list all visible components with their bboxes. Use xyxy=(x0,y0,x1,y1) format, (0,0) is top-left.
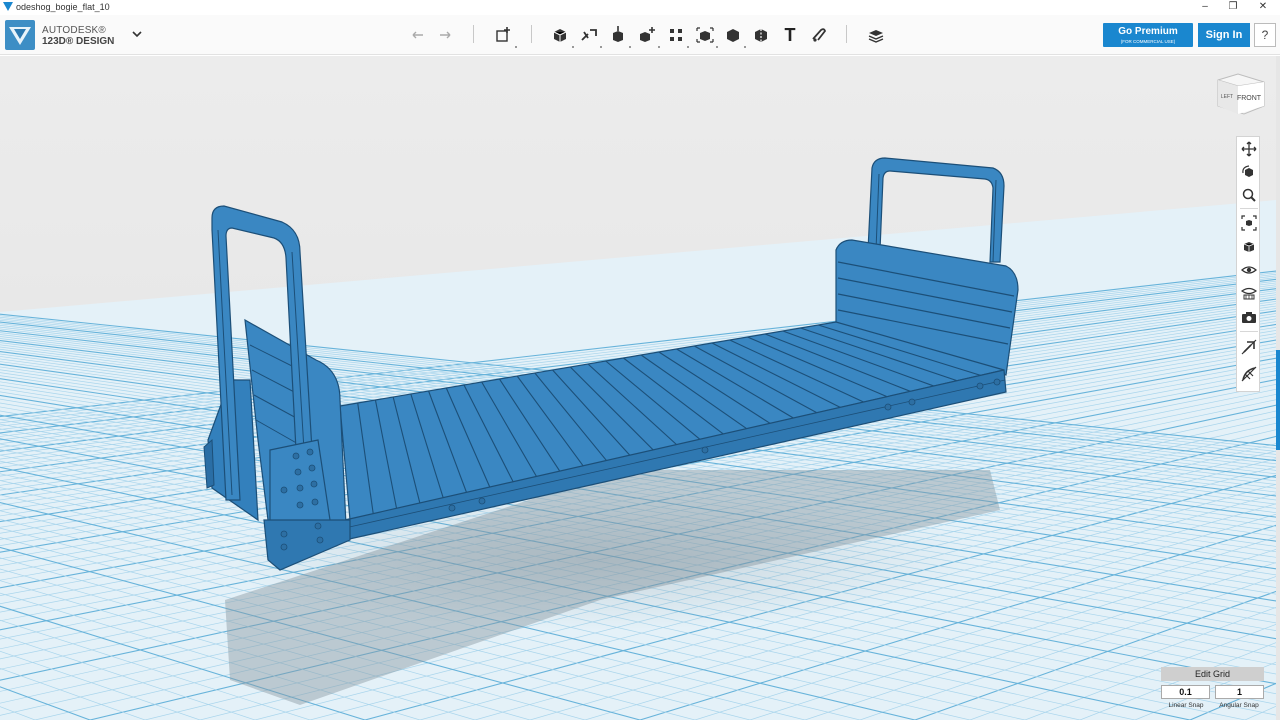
linear-snap-input[interactable]: 0.1 xyxy=(1161,685,1210,699)
brand-product: 123D® DESIGN xyxy=(42,36,115,47)
title-bar: odeshog_bogie_flat_10 – ❐ ✕ xyxy=(0,0,1280,15)
viewcube-left-label: LEFT xyxy=(1221,94,1233,100)
go-premium-label: Go Premium xyxy=(1118,26,1178,37)
group-icon[interactable] xyxy=(694,24,716,46)
modify-icon[interactable] xyxy=(636,24,658,46)
orbit-icon[interactable] xyxy=(1241,164,1257,180)
navbar-separator xyxy=(1240,331,1258,332)
dropdown-dot xyxy=(600,46,602,48)
app-logo[interactable] xyxy=(5,20,35,50)
dropdown-dot xyxy=(716,46,718,48)
dropdown-dot xyxy=(658,46,660,48)
viewcube-front-label: FRONT xyxy=(1237,95,1262,102)
visibility-icon[interactable] xyxy=(1241,262,1257,278)
camera-icon[interactable] xyxy=(1241,309,1257,325)
zoom-icon[interactable] xyxy=(1241,187,1257,203)
undo-icon[interactable] xyxy=(407,24,429,46)
app-icon xyxy=(3,2,13,11)
dropdown-dot xyxy=(687,46,689,48)
pan-icon[interactable] xyxy=(1241,141,1257,157)
minimize-button[interactable]: – xyxy=(1190,0,1220,15)
go-premium-button[interactable]: Go Premium (FOR COMMERCIAL USE) xyxy=(1103,23,1193,47)
main-toolbar: AUTODESK® 123D® DESIGN T Go Premium (FOR… xyxy=(0,15,1280,55)
view-cube[interactable]: FRONT LEFT xyxy=(1212,70,1268,120)
sketch-icon[interactable] xyxy=(578,24,600,46)
3d-viewport[interactable] xyxy=(0,56,1276,720)
dropdown-dot xyxy=(744,46,746,48)
navbar-separator xyxy=(1240,208,1258,209)
snap-icon[interactable] xyxy=(807,24,829,46)
text-icon[interactable]: T xyxy=(779,24,801,46)
angular-snap-input[interactable]: 1 xyxy=(1215,685,1264,699)
primitives-icon[interactable] xyxy=(549,24,571,46)
go-premium-sublabel: (FOR COMMERCIAL USE) xyxy=(1120,39,1176,44)
hide-mesh-icon[interactable] xyxy=(1241,366,1257,382)
hide-sketch-icon[interactable] xyxy=(1241,339,1257,355)
brand-autodesk: AUTODESK® xyxy=(42,25,106,36)
materials-visibility-icon[interactable] xyxy=(1241,285,1257,301)
transform-icon[interactable] xyxy=(492,24,514,46)
view-icon[interactable] xyxy=(1241,239,1257,255)
window-title: odeshog_bogie_flat_10 xyxy=(16,2,110,12)
dropdown-dot xyxy=(629,46,631,48)
redo-icon[interactable] xyxy=(434,24,456,46)
chevron-down-icon[interactable] xyxy=(130,27,144,41)
close-button[interactable]: ✕ xyxy=(1248,0,1278,15)
combine-icon[interactable] xyxy=(722,24,744,46)
navigation-bar xyxy=(1236,136,1260,392)
measure-icon[interactable] xyxy=(750,24,772,46)
dropdown-dot xyxy=(572,46,574,48)
toolbar-separator xyxy=(473,25,474,43)
linear-snap-label: Linear Snap xyxy=(1168,702,1204,709)
toolbar-separator xyxy=(531,25,532,43)
materials-icon[interactable] xyxy=(865,24,887,46)
toolbar-separator xyxy=(846,25,847,43)
scene-canvas[interactable] xyxy=(0,56,1276,720)
dropdown-dot xyxy=(515,46,517,48)
help-button[interactable]: ? xyxy=(1254,23,1276,47)
fit-icon[interactable] xyxy=(1241,215,1257,231)
construct-icon[interactable] xyxy=(607,24,629,46)
angular-snap-label: Angular Snap xyxy=(1219,702,1259,709)
pattern-icon[interactable] xyxy=(665,24,687,46)
scrollbar-thumb[interactable] xyxy=(1276,350,1280,450)
maximize-button[interactable]: ❐ xyxy=(1218,0,1248,15)
grid-settings-panel: Edit Grid 0.1 1 Linear Snap Angular Snap xyxy=(1160,667,1265,715)
edit-grid-button[interactable]: Edit Grid xyxy=(1161,667,1264,681)
sign-in-button[interactable]: Sign In xyxy=(1198,23,1250,47)
